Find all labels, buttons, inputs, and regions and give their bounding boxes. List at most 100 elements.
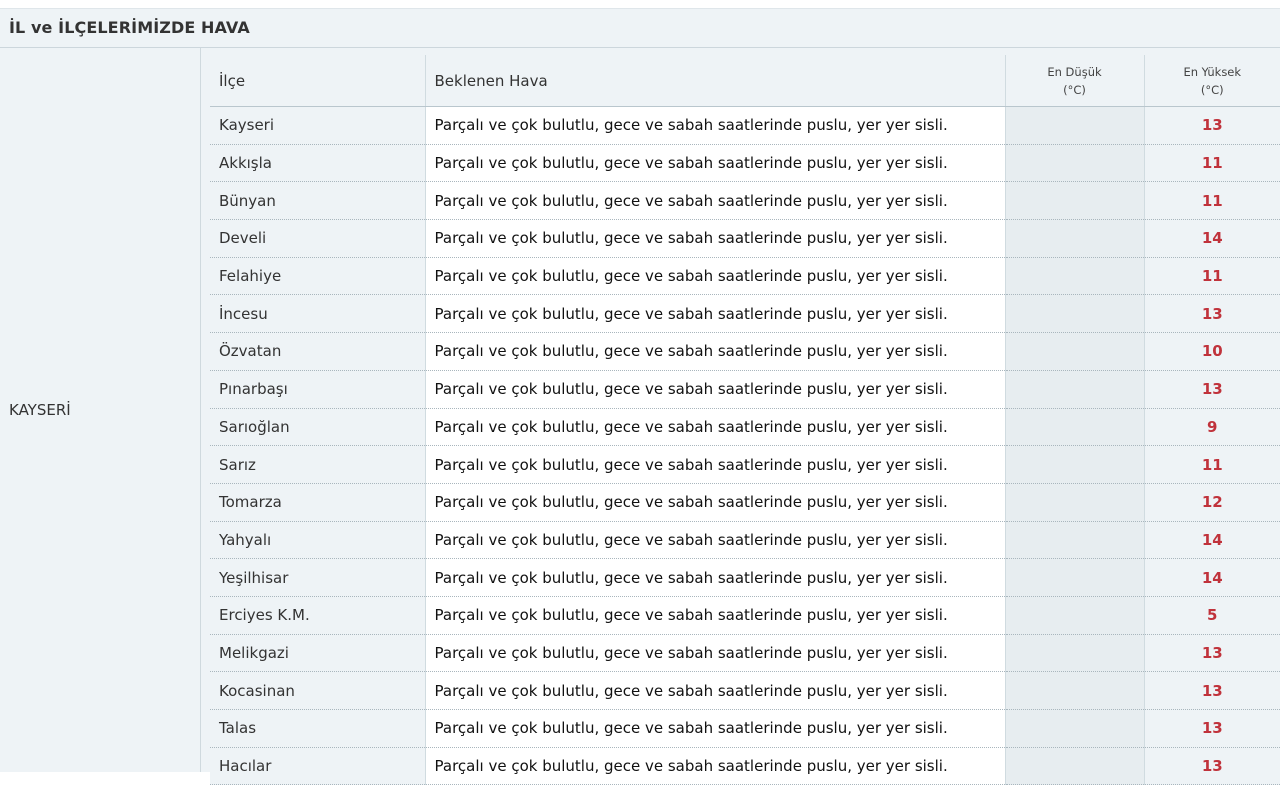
forecast-cell: Parçalı ve çok bulutlu, gece ve sabah sa… [425, 257, 1005, 295]
table-row: MelikgaziParçalı ve çok bulutlu, gece ve… [210, 634, 1280, 672]
min-temp-cell [1005, 257, 1144, 295]
max-temp-cell: 12 [1144, 483, 1280, 521]
min-temp-cell [1005, 710, 1144, 748]
district-cell: Talas [210, 710, 425, 748]
header-max-temp: En Yüksek (°C) [1144, 55, 1280, 107]
max-temp-cell: 11 [1144, 182, 1280, 220]
table-row: SarızParçalı ve çok bulutlu, gece ve sab… [210, 446, 1280, 484]
district-cell: Sarız [210, 446, 425, 484]
forecast-cell: Parçalı ve çok bulutlu, gece ve sabah sa… [425, 596, 1005, 634]
weather-panel: İL ve İLÇELERİMİZDE HAVA KAYSERİ İlçe Be… [0, 8, 1280, 772]
table-row: HacılarParçalı ve çok bulutlu, gece ve s… [210, 747, 1280, 785]
province-name: KAYSERİ [0, 48, 200, 772]
min-temp-cell [1005, 182, 1144, 220]
table-row: Erciyes K.M.Parçalı ve çok bulutlu, gece… [210, 596, 1280, 634]
panel-body: KAYSERİ İlçe Beklenen Hava En Düşük (°C) [0, 48, 1280, 772]
min-temp-cell [1005, 747, 1144, 785]
forecast-cell: Parçalı ve çok bulutlu, gece ve sabah sa… [425, 446, 1005, 484]
table-row: TomarzaParçalı ve çok bulutlu, gece ve s… [210, 483, 1280, 521]
district-cell: Melikgazi [210, 634, 425, 672]
panel-title: İL ve İLÇELERİMİZDE HAVA [0, 9, 1280, 48]
min-temp-cell [1005, 144, 1144, 182]
district-weather-table: İlçe Beklenen Hava En Düşük (°C) En Yüks… [210, 55, 1280, 785]
forecast-cell: Parçalı ve çok bulutlu, gece ve sabah sa… [425, 295, 1005, 333]
min-temp-cell [1005, 295, 1144, 333]
header-max-unit: (°C) [1145, 81, 1280, 99]
forecast-cell: Parçalı ve çok bulutlu, gece ve sabah sa… [425, 559, 1005, 597]
max-temp-cell: 13 [1144, 710, 1280, 748]
min-temp-cell [1005, 559, 1144, 597]
min-temp-cell [1005, 333, 1144, 371]
district-cell: Erciyes K.M. [210, 596, 425, 634]
min-temp-cell [1005, 107, 1144, 145]
district-cell: Yahyalı [210, 521, 425, 559]
table-row: ÖzvatanParçalı ve çok bulutlu, gece ve s… [210, 333, 1280, 371]
forecast-cell: Parçalı ve çok bulutlu, gece ve sabah sa… [425, 408, 1005, 446]
min-temp-cell [1005, 370, 1144, 408]
min-temp-cell [1005, 596, 1144, 634]
forecast-cell: Parçalı ve çok bulutlu, gece ve sabah sa… [425, 144, 1005, 182]
table-row: BünyanParçalı ve çok bulutlu, gece ve sa… [210, 182, 1280, 220]
max-temp-cell: 10 [1144, 333, 1280, 371]
min-temp-cell [1005, 521, 1144, 559]
district-cell: Tomarza [210, 483, 425, 521]
min-temp-cell [1005, 408, 1144, 446]
district-cell: Pınarbaşı [210, 370, 425, 408]
max-temp-cell: 14 [1144, 521, 1280, 559]
table-row: SarıoğlanParçalı ve çok bulutlu, gece ve… [210, 408, 1280, 446]
table-row: KocasinanParçalı ve çok bulutlu, gece ve… [210, 672, 1280, 710]
table-header-row: İlçe Beklenen Hava En Düşük (°C) En Yüks… [210, 55, 1280, 107]
header-forecast: Beklenen Hava [425, 55, 1005, 107]
min-temp-cell [1005, 634, 1144, 672]
max-temp-cell: 14 [1144, 559, 1280, 597]
forecast-cell: Parçalı ve çok bulutlu, gece ve sabah sa… [425, 333, 1005, 371]
district-cell: Hacılar [210, 747, 425, 785]
min-temp-cell [1005, 672, 1144, 710]
table-row: TalasParçalı ve çok bulutlu, gece ve sab… [210, 710, 1280, 748]
max-temp-cell: 14 [1144, 220, 1280, 258]
district-cell: Özvatan [210, 333, 425, 371]
header-max-label: En Yüksek [1145, 63, 1280, 81]
max-temp-cell: 13 [1144, 747, 1280, 785]
table-body: KayseriParçalı ve çok bulutlu, gece ve s… [210, 107, 1280, 785]
table-row: PınarbaşıParçalı ve çok bulutlu, gece ve… [210, 370, 1280, 408]
forecast-cell: Parçalı ve çok bulutlu, gece ve sabah sa… [425, 710, 1005, 748]
table-row: DeveliParçalı ve çok bulutlu, gece ve sa… [210, 220, 1280, 258]
forecast-cell: Parçalı ve çok bulutlu, gece ve sabah sa… [425, 747, 1005, 785]
max-temp-cell: 9 [1144, 408, 1280, 446]
max-temp-cell: 13 [1144, 107, 1280, 145]
district-cell: Sarıoğlan [210, 408, 425, 446]
forecast-cell: Parçalı ve çok bulutlu, gece ve sabah sa… [425, 521, 1005, 559]
header-district: İlçe [210, 55, 425, 107]
district-cell: Kocasinan [210, 672, 425, 710]
max-temp-cell: 13 [1144, 634, 1280, 672]
district-cell: İncesu [210, 295, 425, 333]
max-temp-cell: 5 [1144, 596, 1280, 634]
district-cell: Akkışla [210, 144, 425, 182]
max-temp-cell: 11 [1144, 144, 1280, 182]
forecast-cell: Parçalı ve çok bulutlu, gece ve sabah sa… [425, 182, 1005, 220]
max-temp-cell: 13 [1144, 295, 1280, 333]
forecast-cell: Parçalı ve çok bulutlu, gece ve sabah sa… [425, 370, 1005, 408]
min-temp-cell [1005, 220, 1144, 258]
district-cell: Felahiye [210, 257, 425, 295]
min-temp-cell [1005, 483, 1144, 521]
table-row: FelahiyeParçalı ve çok bulutlu, gece ve … [210, 257, 1280, 295]
district-cell: Yeşilhisar [210, 559, 425, 597]
district-cell: Develi [210, 220, 425, 258]
min-temp-cell [1005, 446, 1144, 484]
table-row: İncesuParçalı ve çok bulutlu, gece ve sa… [210, 295, 1280, 333]
forecast-cell: Parçalı ve çok bulutlu, gece ve sabah sa… [425, 107, 1005, 145]
max-temp-cell: 13 [1144, 672, 1280, 710]
max-temp-cell: 11 [1144, 257, 1280, 295]
district-cell: Bünyan [210, 182, 425, 220]
column-divider [200, 48, 201, 772]
header-min-temp: En Düşük (°C) [1005, 55, 1144, 107]
forecast-cell: Parçalı ve çok bulutlu, gece ve sabah sa… [425, 220, 1005, 258]
table-row: YeşilhisarParçalı ve çok bulutlu, gece v… [210, 559, 1280, 597]
max-temp-cell: 13 [1144, 370, 1280, 408]
district-cell: Kayseri [210, 107, 425, 145]
table-row: KayseriParçalı ve çok bulutlu, gece ve s… [210, 107, 1280, 145]
forecast-cell: Parçalı ve çok bulutlu, gece ve sabah sa… [425, 634, 1005, 672]
header-min-label: En Düşük [1006, 63, 1144, 81]
